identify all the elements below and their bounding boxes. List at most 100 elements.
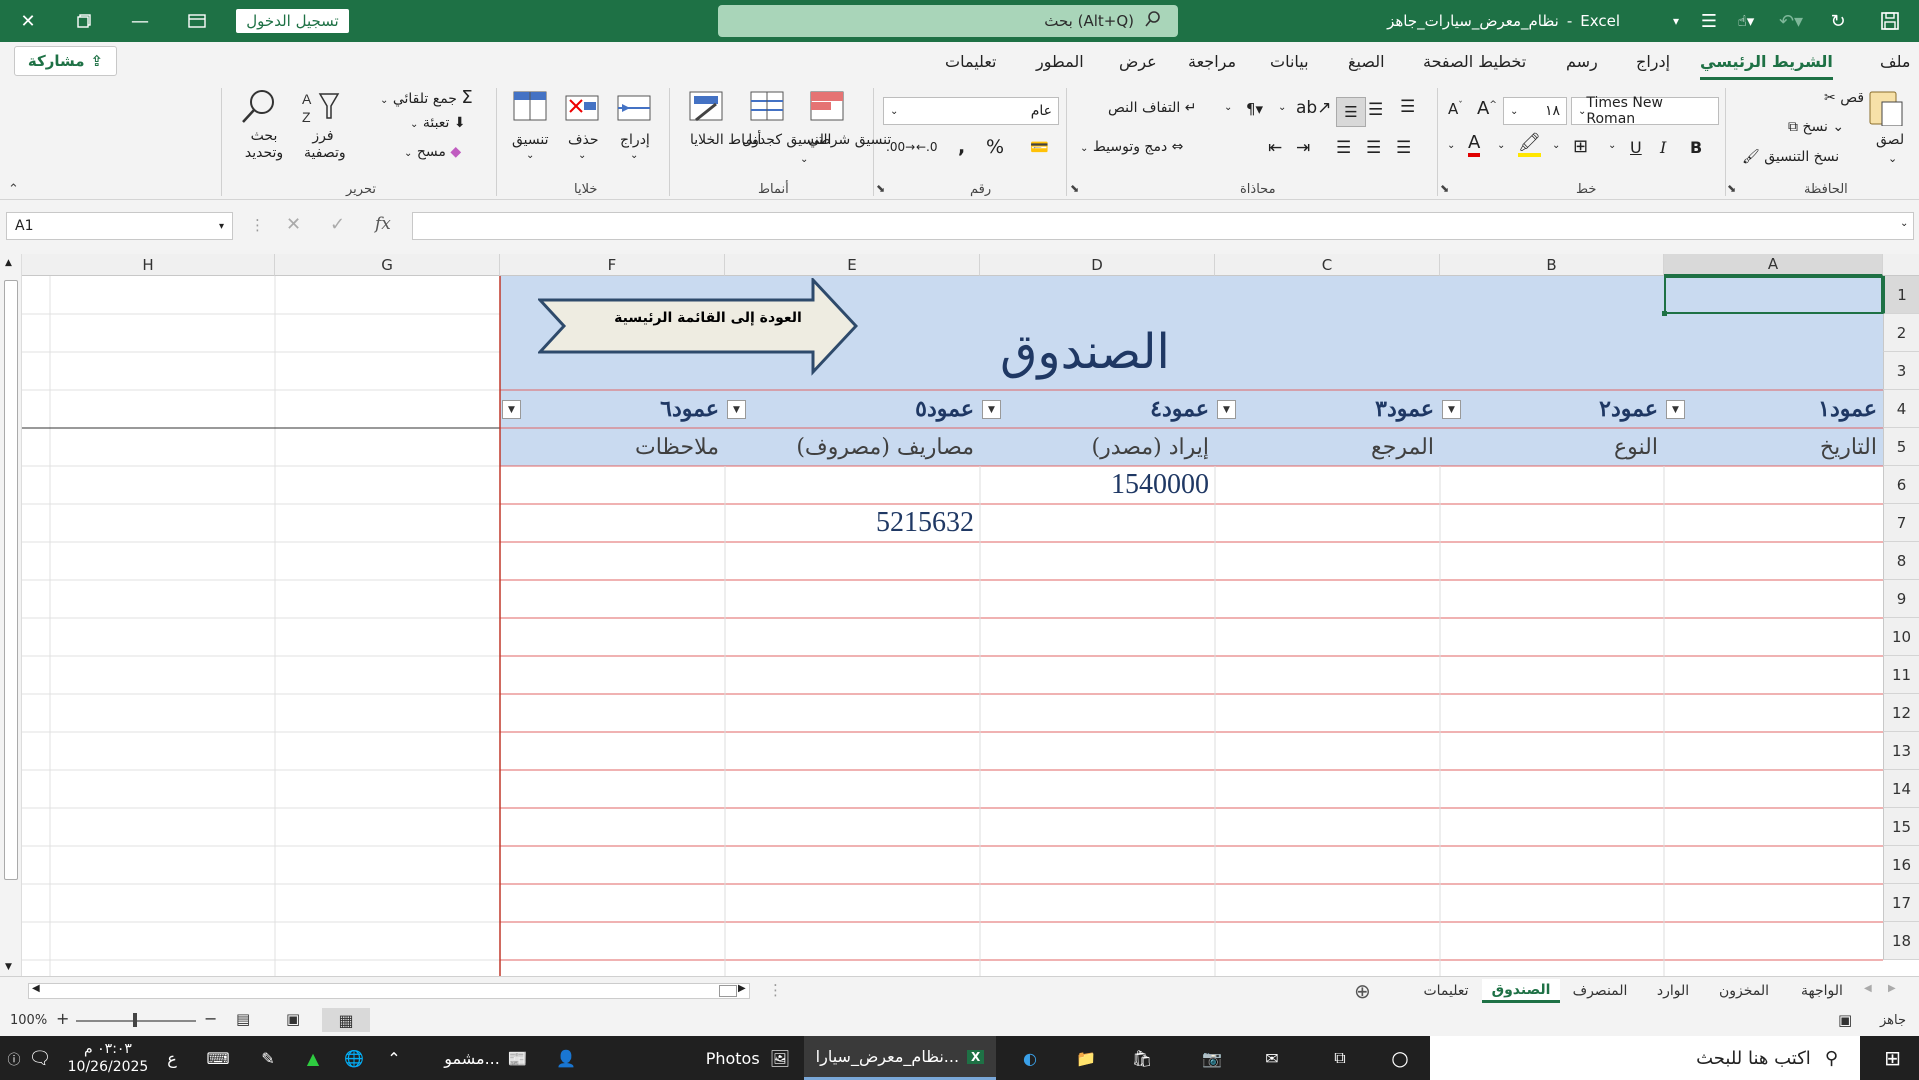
delete-cells-dropdown-icon[interactable]: ⌄ (578, 150, 586, 161)
font-color-dropdown-icon[interactable]: ⌄ (1447, 140, 1455, 151)
close-icon[interactable]: ✕ (0, 0, 56, 42)
autosum-button[interactable]: ⌄ جمع تلقائي Σ (380, 87, 473, 108)
fill-button[interactable]: ⌄ تعبئة ⬇ (410, 115, 466, 131)
align-middle-icon[interactable]: ☰ (1368, 100, 1383, 120)
tab-draw[interactable]: رسم (1566, 52, 1598, 71)
italic-button[interactable]: I (1660, 138, 1666, 157)
sheet-tab-inventory[interactable]: المخزون (1706, 979, 1782, 1003)
taskbar-excel-window[interactable]: نظام_معرض_سيارا... X (804, 1036, 996, 1080)
filter-dropdown-icon[interactable]: ▼ (1442, 400, 1461, 419)
clear-button[interactable]: ⌄ مسح ◆ (404, 144, 461, 160)
taskbar-search-box[interactable]: اكتب هنا للبحث ⚲ (1430, 1036, 1860, 1080)
orientation-dropdown-icon[interactable]: ⌄ (1278, 102, 1286, 113)
delete-cells-icon[interactable] (562, 90, 602, 128)
cancel-icon[interactable]: ✕ (286, 214, 301, 235)
sheet-tab-outgoing[interactable]: المنصرف (1560, 979, 1640, 1003)
align-bottom-icon[interactable]: ☰ (1336, 97, 1366, 127)
file-explorer-icon[interactable]: 📁 (1064, 1036, 1108, 1080)
insert-cells-icon[interactable] (614, 90, 654, 128)
redo-icon[interactable]: ↻ (1818, 0, 1858, 42)
horizontal-scrollbar[interactable] (28, 983, 750, 999)
label-cell-C5[interactable]: المرجع (1215, 428, 1440, 466)
row-header-17[interactable]: 17 (1883, 884, 1919, 922)
restore-icon[interactable] (56, 0, 112, 42)
row-header-18[interactable]: 18 (1883, 922, 1919, 960)
cut-button[interactable]: ✂ قص (1824, 90, 1864, 106)
page-break-view-icon[interactable]: ▤ (236, 1010, 250, 1028)
orientation-icon[interactable]: ab↗ (1296, 98, 1331, 118)
edge-icon[interactable]: ◐ (1008, 1036, 1052, 1080)
enter-icon[interactable]: ✓ (330, 214, 345, 235)
back-to-main-menu-button[interactable]: العودة إلى القائمة الرئيسية (538, 278, 858, 376)
scroll-right-icon[interactable]: ▶ (738, 983, 746, 994)
split-handle-icon[interactable]: ⋮ (768, 981, 783, 999)
clipboard-launcher-icon[interactable]: ⬊ (1727, 182, 1736, 195)
row-header-11[interactable]: 11 (1883, 656, 1919, 694)
filter-dropdown-icon[interactable]: ▼ (1217, 400, 1236, 419)
customize-qat-icon[interactable]: ▾ (1664, 0, 1688, 42)
page-layout-view-icon[interactable]: ▣ (286, 1010, 300, 1028)
zoom-level[interactable]: 100% (10, 1013, 47, 1028)
label-cell-A5[interactable]: التاريخ (1664, 428, 1883, 466)
bold-button[interactable]: B (1690, 138, 1702, 157)
tab-page-layout[interactable]: تخطيط الصفحة (1423, 52, 1526, 71)
insert-cells-dropdown-icon[interactable]: ⌄ (630, 150, 638, 161)
label-cell-E5[interactable]: مصاريف (مصروف) (725, 428, 980, 466)
store-icon[interactable]: 🛍 (1120, 1036, 1164, 1080)
row-header-14[interactable]: 14 (1883, 770, 1919, 808)
number-format-dropdown[interactable]: ⌄ عام (883, 97, 1059, 125)
worksheet-grid[interactable]: ▲ ▼ A B C D E F G H 1 2 3 4 5 6 7 8 9 10… (0, 254, 1919, 976)
row-header-5[interactable]: 5 (1883, 428, 1919, 466)
mail-icon[interactable]: ✉ (1250, 1036, 1294, 1080)
formula-input[interactable] (412, 212, 1914, 240)
input-language[interactable]: ع (158, 1036, 186, 1080)
accounting-format-icon[interactable]: 💳 (1030, 138, 1049, 156)
save-icon[interactable] (1868, 0, 1912, 42)
zoom-in-icon[interactable]: + (56, 1009, 69, 1028)
format-painter-button[interactable]: 🖌 نسخ التنسيق (1742, 149, 1839, 165)
paste-dropdown-icon[interactable]: ⌄ (1888, 152, 1897, 165)
tab-developer[interactable]: المطور (1036, 52, 1084, 71)
cell-E7[interactable]: 5215632 (725, 504, 980, 542)
increase-font-icon[interactable]: A^ (1477, 98, 1497, 119)
row-header-7[interactable]: 7 (1883, 504, 1919, 542)
tray-overflow-icon[interactable]: ⌃ (380, 1036, 408, 1080)
task-view-icon[interactable]: ⧉ (1318, 1036, 1362, 1080)
taskbar-photos[interactable]: Photos 🖼 (604, 1036, 804, 1080)
fill-color-dropdown-icon[interactable]: ⌄ (1497, 140, 1505, 151)
tab-view[interactable]: عرض (1119, 52, 1157, 71)
percent-style-icon[interactable]: % (986, 136, 1004, 158)
accessibility-icon[interactable]: ▣ (1838, 1011, 1852, 1029)
increase-decimal-icon[interactable]: ←.0 (916, 140, 938, 154)
taskbar-shared-app[interactable]: مشمو... 📰 (426, 1036, 546, 1080)
sort-filter-icon[interactable]: AZ (300, 88, 340, 126)
collapse-ribbon-icon[interactable]: ⌃ (8, 182, 19, 197)
filter-dropdown-icon[interactable]: ▼ (982, 400, 1001, 419)
sheet-tab-incoming[interactable]: الوارد (1640, 979, 1706, 1003)
touch-mode-icon[interactable]: ☝▾ (1728, 0, 1764, 42)
menu-icon[interactable]: ☰ (1694, 0, 1724, 42)
tab-help[interactable]: تعليمات (945, 52, 996, 71)
merge-center-button[interactable]: ⌄ دمج وتوسيط ⇔ (1080, 139, 1183, 155)
clock[interactable]: ٠٣:٠٣ م 10/26/2025 (62, 1036, 154, 1080)
pen-icon[interactable]: ✎ (252, 1036, 284, 1080)
wrap-text-button[interactable]: التفاف النص ↵ (1108, 100, 1196, 116)
cell-styles-icon[interactable] (686, 90, 726, 128)
header-cell-E4[interactable]: عمود٥ (725, 390, 980, 428)
undo-icon[interactable]: ↶▾ (1766, 0, 1816, 42)
camera-icon[interactable]: 📷 (1190, 1036, 1234, 1080)
network-icon[interactable]: 🌐 (338, 1036, 370, 1080)
name-box-dropdown-icon[interactable]: ▾ (219, 221, 224, 232)
zoom-slider-thumb[interactable] (133, 1013, 137, 1027)
label-cell-F5[interactable]: ملاحظات (500, 428, 725, 466)
sheet-tab-home[interactable]: الواجهة (1782, 979, 1862, 1003)
decrease-indent-icon[interactable]: ⇤ (1268, 138, 1282, 158)
align-right-icon[interactable]: ☰ (1396, 138, 1411, 158)
label-cell-D5[interactable]: إيراد (مصدر) (980, 428, 1215, 466)
row-header-10[interactable]: 10 (1883, 618, 1919, 656)
tab-insert[interactable]: إدراج (1636, 52, 1670, 71)
copy-button[interactable]: ⧉ نسخ ⌄ (1788, 119, 1844, 135)
text-direction-icon[interactable]: ¶▾ (1246, 100, 1263, 118)
sheet-tab-cashbox[interactable]: الصندوق (1482, 979, 1560, 1003)
windows-start-icon[interactable]: ⊞ (1866, 1036, 1919, 1080)
